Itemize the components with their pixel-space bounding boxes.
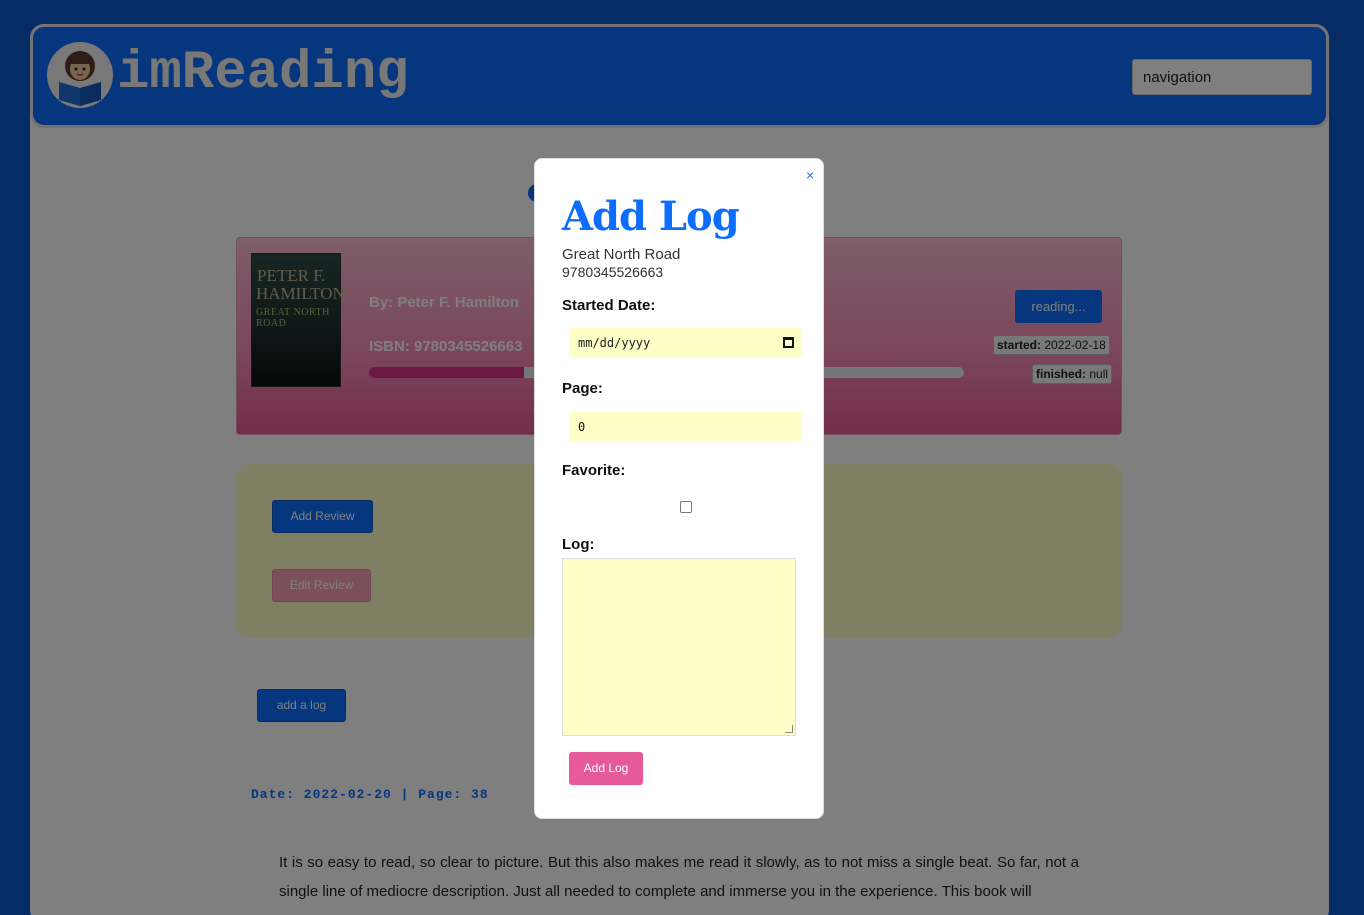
log-label: Log: (562, 536, 595, 553)
calendar-icon[interactable] (783, 337, 794, 348)
modal-book-isbn: 9780345526663 (562, 264, 664, 280)
resize-handle-icon[interactable] (785, 725, 793, 733)
started-date-input[interactable]: mm/dd/yyyy (569, 328, 802, 358)
favorite-label: Favorite: (562, 462, 626, 479)
page-input[interactable]: 0 (569, 412, 802, 441)
modal-title: Add Log (562, 193, 740, 240)
modal-book-title: Great North Road (562, 246, 681, 263)
log-textarea[interactable] (562, 558, 796, 736)
page-label: Page: (562, 380, 603, 397)
close-icon[interactable]: × (806, 167, 814, 183)
add-log-submit-button[interactable]: Add Log (569, 752, 643, 785)
started-date-label: Started Date: (562, 297, 656, 314)
add-log-modal: × Add Log Great North Road 9780345526663… (534, 158, 824, 819)
favorite-checkbox[interactable] (680, 501, 692, 513)
